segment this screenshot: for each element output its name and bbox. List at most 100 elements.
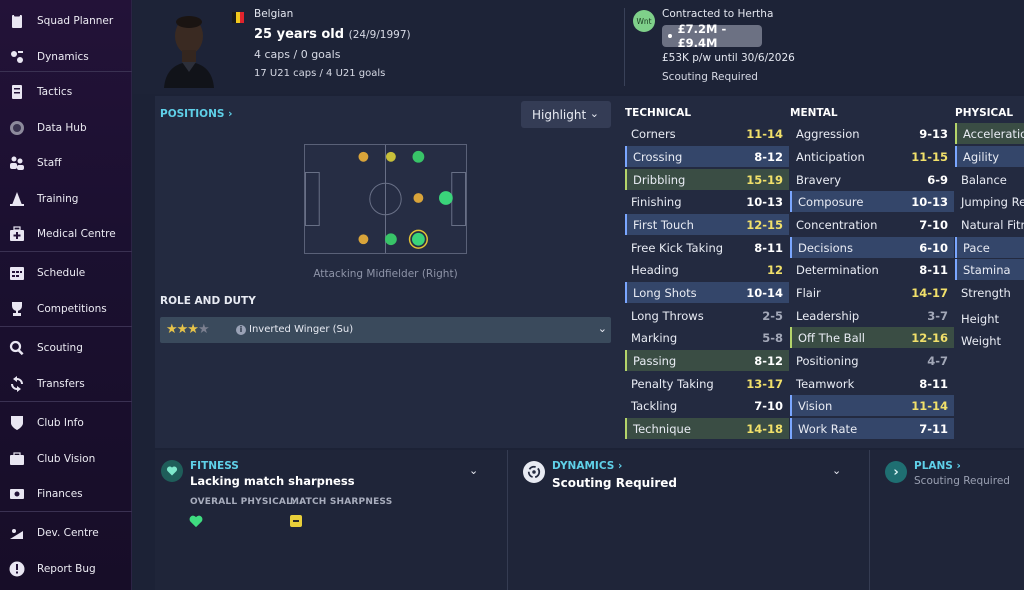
sidebar-item-training[interactable]: Training xyxy=(0,184,132,214)
attr-value: 2-5 xyxy=(762,308,783,323)
role-duty-title: ROLE AND DUTY xyxy=(160,295,256,307)
role-label: Inverted Winger (Su) xyxy=(249,324,354,335)
chevron-down-icon[interactable]: ⌄ xyxy=(469,464,478,477)
sidebar-item-dynamics[interactable]: Dynamics xyxy=(0,42,132,72)
attr-jumping-reach[interactable]: Jumping Rea xyxy=(955,191,1024,212)
attr-long-throws[interactable]: Long Throws 2-5 xyxy=(625,305,789,326)
attr-name: Long Shots xyxy=(633,285,697,300)
attr-value: 11-14 xyxy=(911,398,948,413)
interest-badge: Wnt xyxy=(633,10,655,32)
transfer-value: £7.2M - £9.4M xyxy=(677,22,727,50)
sidebar-item-label: Staff xyxy=(37,157,62,169)
green-heart-icon xyxy=(189,515,203,528)
attr-name: Bravery xyxy=(796,172,842,187)
attr-name: Natural Fitne xyxy=(961,217,1024,232)
attr-concentration[interactable]: Concentration 7-10 xyxy=(790,214,954,235)
position-dot-amr xyxy=(439,191,453,205)
sidebar-item-finances[interactable]: Finances xyxy=(0,479,132,509)
plans-arrow-icon: › xyxy=(885,461,907,483)
dynamics-link[interactable]: DYNAMICS › xyxy=(552,460,622,472)
sharpness-warning-icon xyxy=(290,515,302,527)
attr-corners[interactable]: Corners 11-14 xyxy=(625,123,789,144)
attr-name: Concentration xyxy=(796,217,878,232)
attr-value: 5-8 xyxy=(762,330,783,345)
sidebar-item-scouting[interactable]: Scouting xyxy=(0,333,132,363)
attr-dribbling[interactable]: Dribbling 15-19 xyxy=(625,169,789,190)
attr-name: Work Rate xyxy=(798,421,858,436)
sidebar-item-label: Data Hub xyxy=(37,122,87,134)
attr-stamina[interactable]: Stamina xyxy=(955,259,1024,280)
attr-free-kick-taking[interactable]: Free Kick Taking 8-11 xyxy=(625,237,789,258)
attr-name: Dribbling xyxy=(633,172,686,187)
sidebar-item-schedule[interactable]: Schedule xyxy=(0,258,132,288)
sidebar-item-data-hub[interactable]: Data Hub xyxy=(0,113,132,143)
attr-name: Composure xyxy=(798,194,864,209)
attr-finishing[interactable]: Finishing 10-13 xyxy=(625,191,789,212)
attr-long-shots[interactable]: Long Shots 10-14 xyxy=(625,282,789,303)
attr-name: Passing xyxy=(633,353,677,368)
highlight-dropdown[interactable]: Highlight ⌄ xyxy=(521,101,611,128)
attr-determination[interactable]: Determination 8-11 xyxy=(790,259,954,280)
transfer-value-pill[interactable]: £7.2M - £9.4M xyxy=(662,22,762,50)
attr-flair[interactable]: Flair 14-17 xyxy=(790,282,954,303)
attr-technique[interactable]: Technique 14-18 xyxy=(625,418,789,439)
fitness-title[interactable]: FITNESS xyxy=(190,460,239,472)
attr-agility[interactable]: Agility xyxy=(955,146,1024,167)
attr-aggression[interactable]: Aggression 9-13 xyxy=(790,123,954,144)
sidebar-item-staff[interactable]: Staff xyxy=(0,148,132,178)
role-duty-dropdown[interactable]: ★★★★ i Inverted Winger (Su) ⌄ xyxy=(160,317,611,343)
attr-positioning[interactable]: Positioning 4-7 xyxy=(790,350,954,371)
sidebar-item-medical-centre[interactable]: Medical Centre xyxy=(0,219,132,249)
position-dot-selected[interactable] xyxy=(412,232,425,246)
attr-anticipation[interactable]: Anticipation 11-15 xyxy=(790,146,954,167)
info-icon[interactable]: i xyxy=(236,325,246,335)
attr-bravery[interactable]: Bravery 6-9 xyxy=(790,169,954,190)
attr-acceleration[interactable]: Acceleration xyxy=(955,123,1024,144)
attr-value: 8-12 xyxy=(754,353,783,368)
u21-caps-goals: 17 U21 caps / 4 U21 goals xyxy=(254,68,386,79)
header-divider xyxy=(624,8,625,86)
attr-strength[interactable]: Strength xyxy=(955,282,1024,303)
attr-value: 10-13 xyxy=(911,194,948,209)
attr-name: Balance xyxy=(961,172,1007,187)
sidebar-item-label: Dynamics xyxy=(37,51,89,63)
sidebar-item-report-bug[interactable]: Report Bug xyxy=(0,554,132,584)
attr-decisions[interactable]: Decisions 6-10 xyxy=(790,237,954,258)
plans-link[interactable]: PLANS › xyxy=(914,460,961,472)
attr-value: 9-13 xyxy=(919,126,948,141)
chevron-down-icon[interactable]: ⌄ xyxy=(832,464,841,477)
attr-heading[interactable]: Heading 12 xyxy=(625,259,789,280)
chevron-down-icon: ⌄ xyxy=(589,107,599,120)
attr-vision[interactable]: Vision 11-14 xyxy=(790,395,954,416)
player-portrait xyxy=(160,6,218,88)
attr-balance[interactable]: Balance xyxy=(955,169,1024,190)
attr-value: 4-7 xyxy=(927,353,948,368)
sidebar-item-label: Training xyxy=(37,193,79,205)
attr-teamwork[interactable]: Teamwork 8-11 xyxy=(790,373,954,394)
attr-name: Marking xyxy=(631,330,678,345)
sidebar-item-label: Tactics xyxy=(37,86,73,98)
attr-crossing[interactable]: Crossing 8-12 xyxy=(625,146,789,167)
sidebar-item-dev-centre[interactable]: Dev. Centre xyxy=(0,518,132,548)
sidebar-item-tactics[interactable]: Tactics xyxy=(0,77,132,107)
sidebar-item-competitions[interactable]: Competitions xyxy=(0,294,132,324)
sidebar-item-club-info[interactable]: Club Info xyxy=(0,408,132,438)
attr-leadership[interactable]: Leadership 3-7 xyxy=(790,305,954,326)
attr-off-the-ball[interactable]: Off The Ball 12-16 xyxy=(790,327,954,348)
attr-natural-fitness[interactable]: Natural Fitne xyxy=(955,214,1024,235)
attr-name: Weight xyxy=(961,333,1002,348)
attr-pace[interactable]: Pace xyxy=(955,237,1024,258)
attr-name: Acceleration xyxy=(963,126,1024,141)
sidebar-item-label: Transfers xyxy=(37,378,85,390)
attr-passing[interactable]: Passing 8-12 xyxy=(625,350,789,371)
sidebar-item-club-vision[interactable]: Club Vision xyxy=(0,444,132,474)
attr-work-rate[interactable]: Work Rate 7-11 xyxy=(790,418,954,439)
attr-marking[interactable]: Marking 5-8 xyxy=(625,327,789,348)
attr-tackling[interactable]: Tackling 7-10 xyxy=(625,395,789,416)
sidebar-item-squad-planner[interactable]: Squad Planner xyxy=(0,6,132,36)
sidebar-item-transfers[interactable]: Transfers xyxy=(0,369,132,399)
positions-link[interactable]: POSITIONS › xyxy=(160,108,232,120)
attr-composure[interactable]: Composure 10-13 xyxy=(790,191,954,212)
attr-penalty-taking[interactable]: Penalty Taking 13-17 xyxy=(625,373,789,394)
attr-first-touch[interactable]: First Touch 12-15 xyxy=(625,214,789,235)
